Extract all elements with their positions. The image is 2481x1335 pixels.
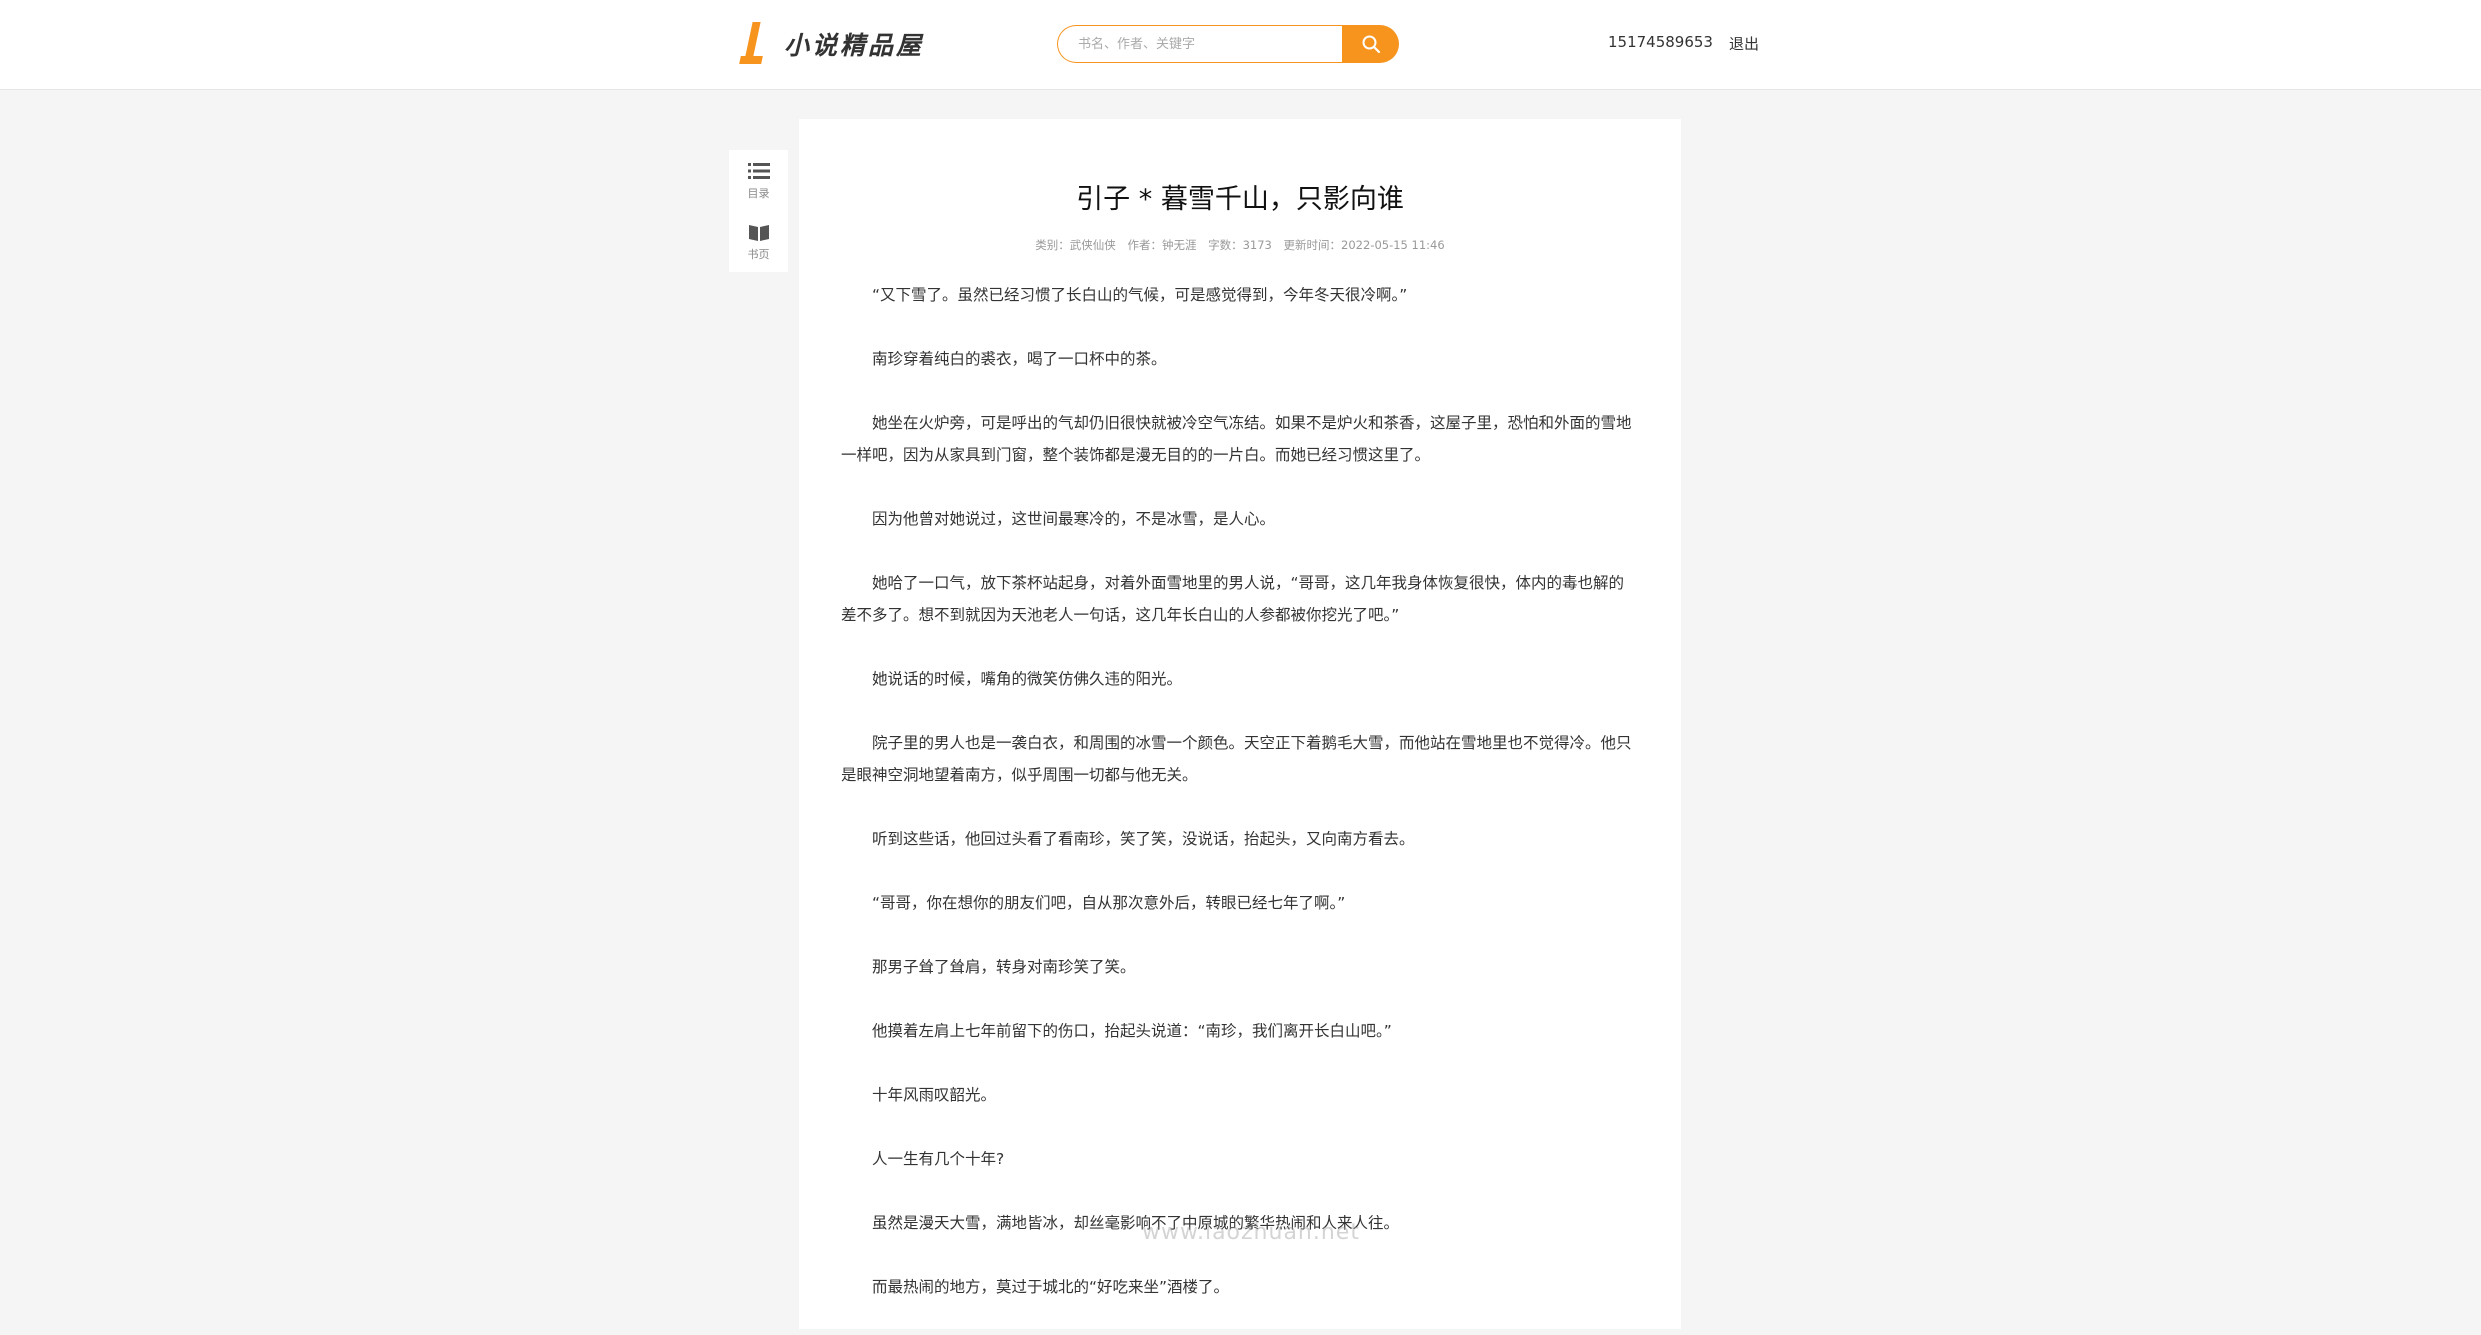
paragraph: 她坐在火炉旁，可是呼出的气却仍旧很快就被冷空气冻结。如果不是炉火和茶香，这屋子里…	[841, 414, 1632, 464]
logo-mark-icon	[740, 22, 766, 66]
user-account-link[interactable]: 15174589653	[1608, 33, 1713, 54]
site-logo[interactable]: 小说精品屋	[740, 22, 924, 66]
chapter-meta: 类别：武侠仙侠 作者：钟无涯 字数：3173 更新时间：2022-05-15 1…	[799, 237, 1681, 253]
paragraph: 院子里的男人也是一袭白衣，和周围的冰雪一个颜色。天空正下着鹅毛大雪，而他站在雪地…	[841, 734, 1632, 784]
search-input[interactable]	[1057, 25, 1342, 63]
book-page-button[interactable]: 书页	[729, 211, 788, 272]
watermark: www.laozhuan.net	[1142, 1220, 1360, 1245]
meta-word-count: 字数：3173	[1208, 238, 1272, 252]
paragraph: 十年风雨叹韶光。	[872, 1086, 997, 1104]
chapter-title: 引子 * 暮雪千山，只影向谁	[1076, 184, 1404, 215]
side-toolbar: 目录 书页	[729, 150, 788, 272]
paragraph: 她哈了一口气，放下茶杯站起身，对着外面雪地里的男人说，“哥哥，这几年我身体恢复很…	[841, 574, 1625, 624]
paragraph: 他摸着左肩上七年前留下的伤口，抬起头说道：“南珍，我们离开长白山吧。”	[872, 1022, 1392, 1040]
paragraph: 人一生有几个十年?	[872, 1150, 1005, 1168]
paragraph: 因为他曾对她说过，这世间最寒冷的，不是冰雪，是人心。	[872, 510, 1276, 528]
paragraph: 而最热闹的地方，莫过于城北的“好吃来坐”酒楼了。	[872, 1278, 1230, 1296]
search-button[interactable]	[1342, 25, 1399, 63]
chapter-article: 引子 * 暮雪千山，只影向谁 类别：武侠仙侠 作者：钟无涯 字数：3173 更新…	[799, 119, 1681, 1329]
paragraph: 她说话的时候，嘴角的微笑仿佛久违的阳光。	[872, 670, 1183, 688]
catalog-button[interactable]: 目录	[729, 150, 788, 211]
meta-author: 作者：钟无涯	[1127, 238, 1197, 252]
paragraph: “哥哥，你在想你的朋友们吧，自从那次意外后，转眼已经七年了啊。”	[872, 894, 1346, 912]
catalog-label: 目录	[747, 186, 770, 200]
search-bar	[1057, 25, 1399, 63]
meta-updated: 更新时间：2022-05-15 11:46	[1283, 238, 1445, 252]
book-page-label: 书页	[747, 247, 770, 261]
logo-text: 小说精品屋	[784, 31, 925, 60]
paragraph: 南珍穿着纯白的裘衣，喝了一口杯中的茶。	[872, 350, 1167, 368]
book-icon	[748, 224, 769, 241]
chapter-content: “又下雪了。虽然已经习惯了长白山的气候，可是感觉得到，今年冬天很冷啊。” 南珍穿…	[841, 279, 1639, 1335]
paragraph: 听到这些话，他回过头看了看南珍，笑了笑，没说话，抬起头，又向南方看去。	[872, 830, 1415, 848]
paragraph: 那男子耸了耸肩，转身对南珍笑了笑。	[872, 958, 1136, 976]
paragraph: “又下雪了。虽然已经习惯了长白山的气候，可是感觉得到，今年冬天很冷啊。”	[872, 286, 1408, 304]
list-icon	[747, 162, 770, 179]
meta-category: 类别：武侠仙侠	[1035, 238, 1116, 252]
user-area: 15174589653 退出	[1608, 33, 1759, 54]
logout-link[interactable]: 退出	[1729, 33, 1759, 54]
top-header: 小说精品屋 15174589653 退出	[0, 0, 2481, 90]
search-icon	[1362, 35, 1380, 54]
